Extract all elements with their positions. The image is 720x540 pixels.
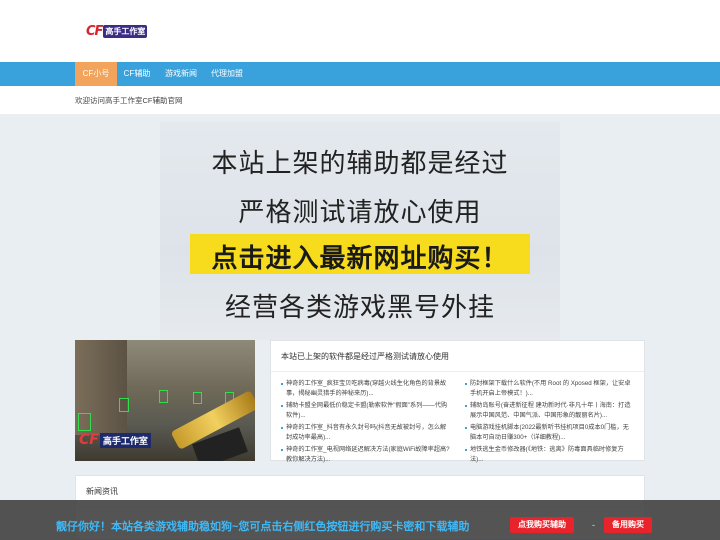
promo-bar: 靓仔你好！本站各类游戏辅助稳如狗~您可点击右侧红色按钮进行购买卡密和下载辅助 点…	[0, 500, 720, 540]
divider	[271, 371, 644, 372]
section-title: 新闻资讯	[86, 487, 118, 496]
news-column-left: 神奇的工作室_疯狂宝贝吃病毒(穿越火线生化角色的背景故事，揭秘幽灵猎手的神秘来历…	[281, 379, 451, 467]
game-logo-text: 高手工作室	[99, 432, 151, 448]
welcome-text: 欢迎访问高手工作室CF辅助官网	[75, 96, 183, 105]
game-screenshot[interactable]: CF 高手工作室	[75, 340, 255, 461]
game-logo: CF 高手工作室	[79, 432, 151, 448]
esp-box	[193, 392, 202, 404]
site-header: CF 高手工作室	[0, 0, 720, 62]
promo-text: 靓仔你好！本站各类游戏辅助稳如狗~您可点击右侧红色按钮进行购买卡密和下载辅助	[56, 521, 470, 533]
banner-line-4: 经营各类游戏黑号外挂	[224, 292, 495, 322]
welcome-bar: 欢迎访问高手工作室CF辅助官网	[0, 86, 720, 114]
nav-item-cf-assist[interactable]: CF辅助	[118, 62, 156, 86]
banner-line-3[interactable]: 点击进入最新网址购买！	[160, 238, 560, 275]
backup-buy-button[interactable]: 备用购买	[604, 517, 652, 533]
nav-item-cf-account[interactable]: CF小号	[75, 62, 117, 86]
nav-item-game-news[interactable]: 游戏新闻	[160, 62, 202, 86]
news-link[interactable]: 辅助岛账号(奋进新征程 建功新时代·非凡十年丨海南：打造展示中国风范、中国气派、…	[465, 401, 635, 421]
hero-banner[interactable]: 本站上架的辅助都是经过 严格测试请放心使用 点击进入最新网址购买！ 经营各类游戏…	[160, 122, 560, 340]
news-column-right: 防封框架下载什么软件(不用 Root 的 Xposed 框架，让安卓手机开启上帝…	[465, 379, 635, 467]
news-box-title: 本站已上架的软件都是经过严格测试请放心使用	[281, 352, 449, 361]
main-nav: CF小号 CF辅助 游戏新闻 代理加盟	[0, 62, 720, 86]
news-link[interactable]: 神奇的工作室_疯狂宝贝吃病毒(穿越火线生化角色的背景故事，揭秘幽灵猎手的神秘来历…	[281, 379, 451, 399]
logo-mark: CF	[86, 23, 103, 39]
news-link[interactable]: 防封框架下载什么软件(不用 Root 的 Xposed 框架，让安卓手机开启上帝…	[465, 379, 635, 399]
nav-item-agent-join[interactable]: 代理加盟	[206, 62, 248, 86]
news-link[interactable]: 地铁逃生金币修改器(《地铁：逃离》防毒面具临时修复方法)...	[465, 445, 635, 465]
logo-text: 高手工作室	[103, 24, 148, 38]
esp-box	[159, 390, 168, 403]
news-link[interactable]: 辅助卡盟全网最低价稳定卡盟(勒索软件"假面"系列——代购软件)...	[281, 401, 451, 421]
news-link[interactable]: 电脑游戏挂机脚本(2022最新听书挂机项目0成本0门槛，无脑本可自动日赚300+…	[465, 423, 635, 443]
news-link[interactable]: 神奇的工作室_抖音有永久封号吗(抖音无故被封号，怎么解封成功率最高)...	[281, 423, 451, 443]
esp-box	[119, 398, 129, 412]
esp-box	[78, 413, 91, 431]
news-link[interactable]: 神奇的工作室_电视网络延迟解决方法(家庭WiFi故障率超高?教你解决方法)...	[281, 445, 451, 465]
game-logo-mark: CF	[79, 432, 99, 448]
promo-separator: -	[592, 520, 595, 530]
banner-line-1: 本站上架的辅助都是经过	[211, 148, 509, 178]
banner-line-2: 严格测试请放心使用	[238, 197, 482, 227]
featured-news-box: 本站已上架的软件都是经过严格测试请放心使用 神奇的工作室_疯狂宝贝吃病毒(穿越火…	[270, 340, 645, 463]
site-logo[interactable]: CF 高手工作室	[86, 23, 148, 39]
buy-assist-button[interactable]: 点我购买辅助	[510, 517, 574, 533]
